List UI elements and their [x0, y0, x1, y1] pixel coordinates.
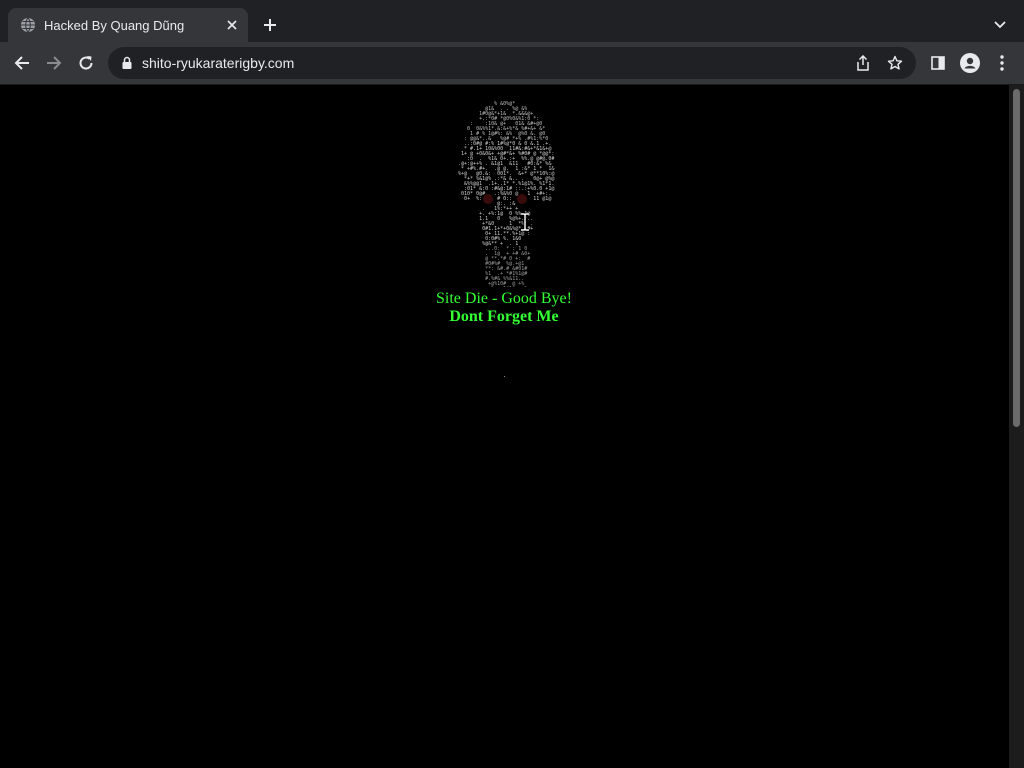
farewell-message: Site Die - Good Bye!	[436, 290, 572, 307]
side-panel-icon	[931, 56, 945, 70]
reload-icon	[79, 56, 93, 70]
tab-strip: Hacked By Quang Dũng	[0, 0, 1024, 42]
chevron-down-icon	[994, 21, 1006, 29]
back-button[interactable]	[10, 51, 34, 75]
avatar-icon	[960, 53, 980, 73]
url-text[interactable]: shito-ryukaraterigby.com	[142, 55, 852, 71]
lock-icon[interactable]	[120, 56, 134, 70]
back-arrow-icon	[14, 56, 29, 70]
tab-search-button[interactable]	[988, 13, 1012, 37]
more-vert-icon	[1000, 55, 1004, 71]
globe-icon	[20, 17, 36, 33]
menu-button[interactable]	[990, 51, 1014, 75]
share-button[interactable]	[852, 52, 874, 74]
scrollbar-thumb[interactable]	[1013, 89, 1020, 427]
browser-toolbar: shito-ryukaraterigby.com	[0, 42, 1024, 85]
active-tab[interactable]: Hacked By Quang Dũng	[8, 8, 248, 42]
page-viewport: % &0%@* @1& . . %@ &% 1#0@&*+1& *.&&&@+ …	[0, 85, 1008, 768]
text-cursor-icon	[519, 212, 531, 232]
forward-button[interactable]	[42, 51, 66, 75]
profile-button[interactable]	[958, 51, 982, 75]
address-bar[interactable]: shito-ryukaraterigby.com	[108, 47, 916, 79]
tab-title: Hacked By Quang Dũng	[44, 17, 185, 33]
reload-button[interactable]	[74, 51, 98, 75]
dont-forget-message: Dont Forget Me	[449, 308, 559, 325]
close-icon[interactable]	[222, 15, 242, 35]
ascii-skull-image: % &0%@* @1& . . %@ &% 1#0@&*+1& *.&&&@+ …	[454, 97, 557, 292]
forward-arrow-icon	[47, 56, 62, 70]
new-tab-button[interactable]	[258, 13, 282, 37]
bookmark-button[interactable]	[884, 52, 906, 74]
stray-dot	[504, 376, 505, 377]
star-icon	[887, 55, 903, 70]
share-icon	[857, 55, 869, 71]
plus-icon	[264, 19, 276, 31]
vertical-scrollbar[interactable]	[1009, 85, 1024, 768]
svg-text:% : 1*1* :&: % : 1*1* :&	[455, 286, 556, 287]
side-panel-button[interactable]	[926, 51, 950, 75]
